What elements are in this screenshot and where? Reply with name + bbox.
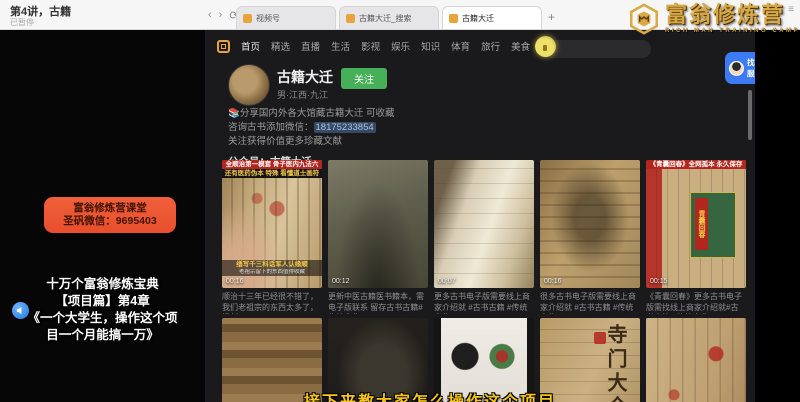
video-card[interactable]: 00:16 很多古书电子版需要线上商家介绍就 #古书古籍 #传统文化: [540, 160, 640, 314]
caption-line: 《一个大学生，操作这个项: [6, 310, 199, 327]
video-caption: 十万个富翁修炼宝典 【项目篇】第4章 《一个大学生，操作这个项 目一个月能搞一万…: [6, 276, 199, 344]
thumb-overlay-top: 《青囊回春》全网孤本 永久保存: [646, 160, 746, 169]
video-card[interactable]: [646, 318, 746, 402]
customer-service-badge[interactable]: 找客服: [725, 52, 755, 84]
video-thumbnail[interactable]: 00:12: [328, 160, 428, 288]
book-title-label: 青囊回春: [695, 198, 708, 250]
video-duration: 00:07: [438, 278, 456, 285]
browser-tab-strip: 视频号 古籍大迁_搜索 古籍大迁: [236, 6, 542, 29]
nav-item[interactable]: 娱乐: [391, 39, 410, 53]
tab-label: 古籍大迁: [462, 13, 494, 24]
video-duration: 00:15: [650, 278, 668, 285]
nav-item[interactable]: 生活: [331, 39, 350, 53]
video-caption-text: 顺治十三年已经很不错了，我们老祖宗的东西太多了，慢刻…: [222, 292, 322, 314]
nav-item[interactable]: 影视: [361, 39, 380, 53]
watermark-brand: 富翁修炼营: [665, 4, 800, 26]
video-caption-text: 更多古书电子版需要线上商家介绍就 #古书古籍 #传统文化: [434, 292, 534, 314]
click-cursor-highlight: [535, 36, 556, 57]
nav-item[interactable]: 旅行: [481, 39, 500, 53]
tab-label: 视频号: [256, 13, 280, 24]
tab-label: 古籍大迁_搜索: [359, 13, 411, 24]
page-scrollbar[interactable]: [748, 90, 752, 140]
follow-button[interactable]: 关注: [341, 68, 387, 89]
bottom-subtitle: 接下来教大家怎么操作这个项目: [260, 388, 600, 402]
promo-badge: 富翁修炼营课堂 圣矾微信：9695403: [44, 197, 176, 233]
back-icon[interactable]: ‹: [208, 9, 212, 22]
video-card[interactable]: 00:12 更新中医古籍医书籍本，需电子版联系 留存古书古籍#传统文化: [328, 160, 428, 314]
profile-meta: 男·江西·九江: [277, 88, 328, 101]
nav-item[interactable]: 精选: [271, 39, 290, 53]
profile-bio: 📚分享国内外各大馆藏古籍大迁 可收藏 咨询古书添加微信：18175233854 …: [228, 107, 528, 149]
service-avatar: [729, 61, 744, 76]
bio-line3: 关注获得价值更多珍藏文献: [228, 135, 528, 149]
tab-favicon: [346, 14, 355, 23]
video-thumbnail[interactable]: 全顺治第一模套 骨子医内九法六 还有医药伪本 特殊 看懂道士画符 缮写千三科话军…: [222, 160, 322, 288]
video-card[interactable]: 00:07 更多古书电子版需要线上商家介绍就 #古书古籍 #传统文化: [434, 160, 534, 314]
tab-search[interactable]: 古籍大迁_搜索: [339, 6, 439, 29]
green-book-cover: 青囊回春: [690, 192, 736, 258]
video-duration: 00:16: [544, 278, 562, 285]
thumb-overlay-bottom: 缮写千三科话军人认缘顺 老祖宗留下的东西值得收藏: [222, 260, 322, 276]
video-grid-row1: 全顺治第一模套 骨子医内九法六 还有医药伪本 特殊 看懂道士画符 缮写千三科话军…: [222, 160, 746, 314]
search-input[interactable]: [543, 40, 651, 58]
red-seal: [594, 332, 606, 344]
promo-line1: 富翁修炼营课堂: [48, 202, 172, 215]
video-card[interactable]: 全顺治第一模套 骨子医内九法六 还有医药伪本 特殊 看懂道士画符 缮写千三科话军…: [222, 160, 322, 314]
profile-name: 古籍大迁: [277, 67, 333, 87]
tab-favicon: [449, 14, 458, 23]
video-duration: 00:12: [332, 278, 350, 285]
overlay-text: 《青囊回春》全网孤本 永久保存: [646, 160, 746, 169]
bio-wechat-prefix: 咨询古书添加微信：: [228, 122, 314, 133]
cube-logo-icon: [627, 2, 661, 36]
forward-icon[interactable]: ›: [219, 9, 223, 22]
tab-favicon: [243, 14, 252, 23]
profile-avatar[interactable]: [228, 64, 270, 106]
video-card[interactable]: 《青囊回春》全网孤本 永久保存 青囊回春 00:15 《青囊回春》更多古书电子版…: [646, 160, 746, 314]
overlay-text: 缮写千三科话军人认缘顺: [222, 260, 322, 269]
caption-line: 【项目篇】第4章: [6, 293, 199, 310]
video-thumbnail[interactable]: 《青囊回春》全网孤本 永久保存 青囊回春 00:15: [646, 160, 746, 288]
video-caption-text: 很多古书电子版需要线上商家介绍就 #古书古籍 #传统文化: [540, 292, 640, 314]
video-caption-text: 更新中医古籍医书籍本，需电子版联系 留存古书古籍#传统文化: [328, 292, 428, 314]
lesson-status: 已暂停: [10, 17, 34, 28]
bio-line1: 📚分享国内外各大馆藏古籍大迁 可收藏: [228, 107, 528, 121]
nav-item[interactable]: 直播: [301, 39, 320, 53]
overlay-text: 老祖宗留下的东西值得收藏: [222, 269, 322, 276]
tab-shipinhao[interactable]: 视频号: [236, 6, 336, 29]
new-tab-button[interactable]: +: [548, 10, 555, 24]
screen: 第4讲，古籍 已暂停 ◳ ⤢ ≡ ‹ › ⟳ 视频号 古籍大迁_搜索 古籍大迁: [0, 0, 800, 402]
service-label: 找客服: [747, 57, 755, 79]
thumb-overlay-top: 全顺治第一模套 骨子医内九法六 还有医药伪本 特殊 看懂道士画符: [222, 160, 322, 178]
nav-item[interactable]: 首页: [241, 39, 260, 53]
overlay-text: 还有医药伪本 特殊 看懂道士画符: [222, 169, 322, 178]
nav-item[interactable]: 美食: [511, 39, 530, 53]
video-player-area: 富翁修炼营课堂 圣矾微信：9695403 十万个富翁修炼宝典 【项目篇】第4章 …: [0, 30, 205, 402]
video-duration: 00:16: [226, 278, 244, 285]
watermark: 富翁修炼营 RICH MAN TRAINING CAMP: [627, 2, 800, 36]
bio-wechat-number[interactable]: 18175233854: [314, 122, 376, 133]
watermark-tagline: RICH MAN TRAINING CAMP: [665, 28, 800, 34]
video-thumbnail[interactable]: 00:07: [434, 160, 534, 288]
bio-line2: 咨询古书添加微信：18175233854: [228, 121, 528, 135]
caption-line: 目一个月能搞一万》: [6, 327, 199, 344]
video-thumbnail[interactable]: 00:16: [540, 160, 640, 288]
caption-line: 十万个富翁修炼宝典: [6, 276, 199, 293]
site-logo-icon[interactable]: [217, 40, 230, 53]
promo-line2: 圣矾微信：9695403: [48, 215, 172, 228]
overlay-text: 全顺治第一模套 骨子医内九法六: [222, 160, 322, 169]
nav-item[interactable]: 体育: [451, 39, 470, 53]
video-thumbnail[interactable]: [646, 318, 746, 402]
nav-item[interactable]: 知识: [421, 39, 440, 53]
browser-page: 首页 精选 直播 生活 影视 娱乐 知识 体育 旅行 美食 游戏 音乐 找客服 …: [205, 30, 755, 402]
video-caption-text: 《青囊回春》更多古书电子版需找线上商家介绍就#古书古籍 #传统文化: [646, 292, 746, 314]
tab-profile-active[interactable]: 古籍大迁: [442, 6, 542, 29]
